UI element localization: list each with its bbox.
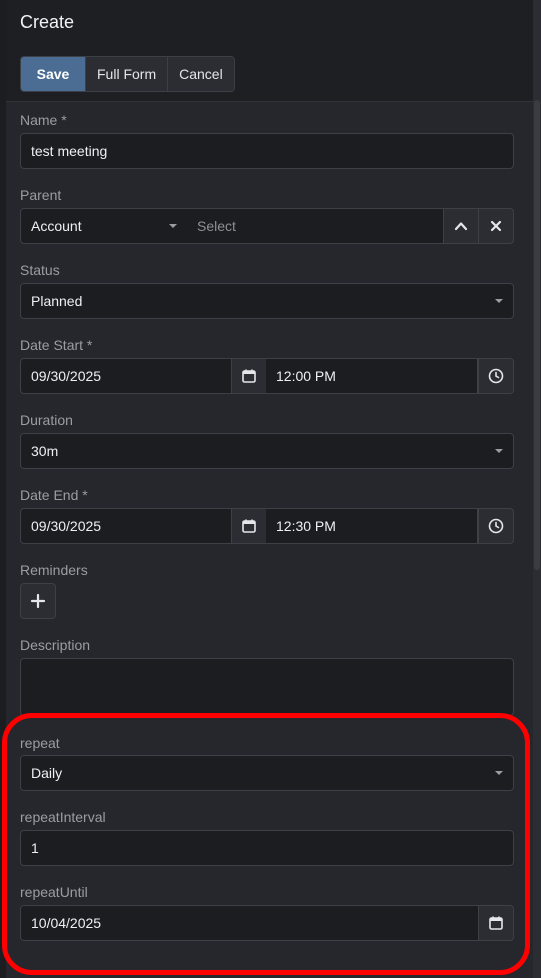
caret-down-icon — [495, 299, 503, 303]
dialog-header: Create Save Full Form Cancel — [6, 0, 533, 102]
parent-label: Parent — [20, 187, 62, 203]
date-end-calendar-button[interactable] — [231, 508, 267, 544]
calendar-icon — [489, 916, 503, 930]
duration-label: Duration — [20, 412, 73, 428]
date-start-date-input[interactable]: 09/30/2025 — [20, 358, 232, 394]
date-end-date-input[interactable]: 09/30/2025 — [20, 508, 232, 544]
scrollbar[interactable] — [533, 0, 541, 978]
date-start-time-input[interactable]: 12:00 PM — [266, 358, 478, 394]
date-end-time-input[interactable]: 12:30 PM — [266, 508, 478, 544]
status-label: Status — [20, 262, 60, 278]
date-start-label: Date Start * — [20, 337, 93, 353]
parent-type-value: Account — [31, 218, 82, 234]
reminders-label: Reminders — [20, 562, 88, 578]
calendar-icon — [242, 369, 256, 383]
full-form-button[interactable]: Full Form — [85, 57, 168, 91]
caret-down-icon — [495, 449, 503, 453]
repeat-until-calendar-button[interactable] — [478, 905, 514, 941]
plus-icon — [30, 593, 46, 609]
description-textarea[interactable] — [20, 658, 514, 716]
repeat-select[interactable]: Daily — [20, 755, 514, 791]
save-button[interactable]: Save — [21, 57, 85, 91]
date-start-calendar-button[interactable] — [231, 358, 267, 394]
date-start-clock-button[interactable] — [478, 358, 514, 394]
calendar-icon — [242, 519, 256, 533]
action-buttons: Save Full Form Cancel — [20, 56, 235, 92]
add-reminder-button[interactable] — [20, 583, 56, 619]
date-end-label: Date End * — [20, 487, 88, 503]
repeat-value: Daily — [31, 765, 63, 781]
parent-select-input[interactable]: Select — [187, 208, 444, 244]
repeat-until-input[interactable]: 10/04/2025 — [20, 905, 479, 941]
name-input[interactable]: test meeting — [20, 133, 514, 169]
duration-select[interactable]: 30m — [20, 433, 514, 469]
close-icon — [490, 220, 502, 232]
parent-type-select[interactable]: Account — [20, 208, 188, 244]
clock-icon — [488, 518, 504, 534]
caret-down-icon — [169, 224, 177, 228]
description-label: Description — [20, 637, 91, 653]
parent-select-button[interactable] — [443, 208, 479, 244]
clock-icon — [488, 368, 504, 384]
repeat-interval-input[interactable]: 1 — [20, 830, 514, 866]
repeat-until-label: repeatUntil — [20, 884, 88, 900]
create-dialog: Create Save Full Form Cancel Name * test… — [0, 0, 533, 978]
cancel-button[interactable]: Cancel — [167, 57, 234, 91]
parent-clear-button[interactable] — [478, 208, 514, 244]
repeat-interval-label: repeatInterval — [20, 809, 106, 825]
date-end-clock-button[interactable] — [478, 508, 514, 544]
dialog-title: Create — [20, 12, 75, 32]
repeat-label: repeat — [20, 735, 60, 751]
caret-down-icon — [495, 771, 503, 775]
scrollbar-thumb[interactable] — [534, 100, 540, 570]
duration-value: 30m — [31, 443, 59, 459]
status-value: Planned — [31, 293, 83, 309]
chevron-up-icon — [454, 222, 468, 231]
name-label: Name * — [20, 112, 67, 128]
status-select[interactable]: Planned — [20, 283, 514, 319]
